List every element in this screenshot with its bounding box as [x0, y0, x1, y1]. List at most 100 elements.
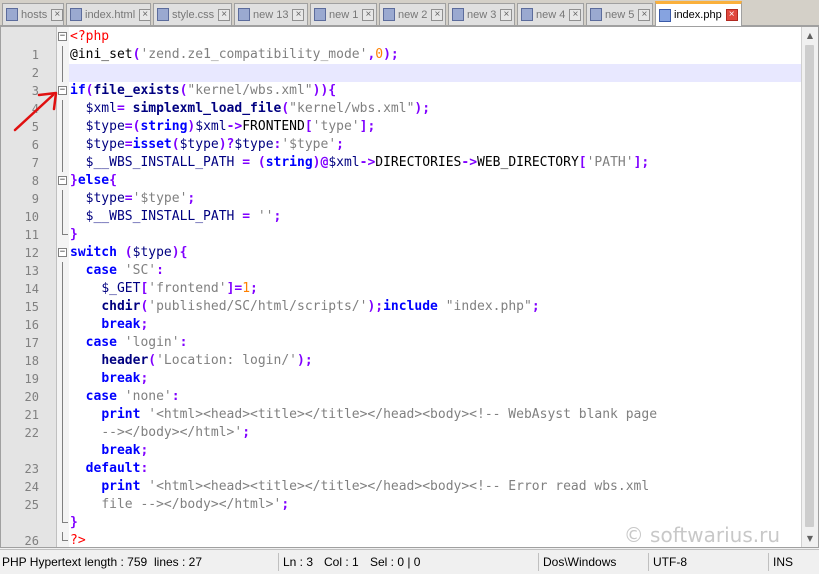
tab-hosts[interactable]: hosts × [2, 3, 64, 25]
token-keyword: case [85, 335, 117, 350]
token-keyword: isset [132, 137, 172, 152]
close-icon[interactable]: × [500, 8, 513, 21]
code-line[interactable]: 23 break; [1, 442, 801, 476]
token-number: 1 [242, 281, 251, 296]
token-variable: $type [234, 137, 274, 152]
token-function: simplexml_load_file [132, 101, 282, 116]
code-line[interactable]: 11 $__WBS_INSTALL_PATH = ''; [1, 208, 801, 242]
code-line[interactable]: 22 print '<html><head><title></title></h… [1, 406, 801, 440]
code-line[interactable]: 1 − <?php [1, 28, 801, 62]
fold-toggle-icon[interactable]: − [58, 176, 67, 185]
token-keyword: include [383, 299, 438, 314]
status-insert-mode[interactable]: INS [768, 553, 793, 571]
token-string: '$type' [132, 191, 188, 206]
scroll-down-icon[interactable]: ▼ [802, 530, 818, 547]
close-icon[interactable]: × [362, 8, 375, 21]
fold-toggle-icon[interactable]: − [58, 86, 67, 95]
token-keyword: print [101, 407, 141, 422]
code-line[interactable]: 18 case 'login': [1, 334, 801, 368]
token-keyword: break [101, 443, 141, 458]
code-line[interactable]: 20 break; [1, 370, 801, 404]
status-eol[interactable]: Dos\Windows [538, 553, 616, 571]
vertical-scrollbar[interactable]: ▲ ▼ [801, 27, 818, 547]
tab-new-3[interactable]: new 3 × [448, 3, 515, 25]
status-column: Col : 1 [324, 555, 359, 569]
tab-label: index.html [85, 8, 136, 21]
tab-label: new 5 [605, 8, 635, 21]
code-line[interactable]: 8 $__WBS_INSTALL_PATH = (string)@$xml->D… [1, 154, 801, 188]
token-variable: $__WBS_INSTALL_PATH [85, 155, 235, 170]
tab-index-php[interactable]: index.php × [655, 1, 742, 26]
token-keyword: string [265, 155, 313, 170]
code-line-wrapped[interactable]: --></body></html>'; [1, 424, 801, 442]
watermark: © softwarius.ru [623, 523, 780, 547]
tab-new-13[interactable]: new 13 × [234, 3, 308, 25]
tab-label: new 3 [467, 8, 497, 21]
close-icon[interactable]: × [51, 8, 63, 21]
code-line-current[interactable]: 3 [1, 64, 801, 98]
token-variable: $type [85, 191, 125, 206]
close-icon[interactable]: × [139, 8, 150, 21]
scroll-up-icon[interactable]: ▲ [802, 27, 818, 44]
close-icon[interactable]: × [431, 8, 444, 21]
close-icon[interactable]: × [569, 8, 582, 21]
code-line[interactable]: 14 case 'SC': [1, 262, 801, 296]
code-line[interactable]: 7 $type=isset($type)?$type:'$type'; [1, 136, 801, 170]
tab-new-4[interactable]: new 4 × [517, 3, 584, 25]
code-line[interactable]: 2 @ini_set('zend.ze1_compatibility_mode'… [1, 46, 801, 80]
code-line[interactable]: 16 chdir('published/SC/html/scripts/');i… [1, 298, 801, 332]
token-keyword: print [101, 479, 141, 494]
tab-new-1[interactable]: new 1 × [310, 3, 377, 25]
code-line[interactable]: 15 $_GET['frontend']=1; [1, 280, 801, 314]
code-line[interactable]: 10 $type='$type'; [1, 190, 801, 224]
tab-bar: hosts × index.html × style.css × new 13 … [0, 0, 819, 26]
token-string: 'SC' [124, 263, 157, 278]
file-icon [452, 8, 464, 21]
code-line[interactable]: 19 header('Location: login/'); [1, 352, 801, 386]
close-icon[interactable]: × [218, 8, 231, 21]
code-line[interactable]: 9 − }else{ [1, 172, 801, 206]
token-variable: $type [85, 137, 125, 152]
token-keyword: break [101, 371, 141, 386]
code-line[interactable]: 4 − if(file_exists("kernel/wbs.xml")){ [1, 82, 801, 116]
token-variable: $xml [328, 155, 360, 170]
tab-label: new 2 [398, 8, 428, 21]
tab-new-5[interactable]: new 5 × [586, 3, 653, 25]
tab-new-2[interactable]: new 2 × [379, 3, 446, 25]
tab-index-html[interactable]: index.html × [66, 3, 151, 25]
token-keyword: switch [70, 245, 117, 260]
status-encoding[interactable]: UTF-8 [648, 553, 687, 571]
code-line[interactable]: 13 − switch ($type){ [1, 244, 801, 278]
file-icon [314, 8, 326, 21]
token-keyword: string [140, 119, 188, 134]
status-bar: PHP Hypertext length : 759 lines : 27 Ln… [0, 549, 819, 574]
token-keyword: else [77, 173, 110, 188]
php-close-tag: ?> [70, 533, 86, 548]
close-icon[interactable]: × [292, 8, 305, 21]
file-icon [659, 8, 671, 22]
token-string: 'zend.ze1_compatibility_mode' [140, 47, 368, 62]
token-function: @ini_set [70, 47, 133, 62]
code-line[interactable]: 25 print '<html><head><title></title></h… [1, 478, 801, 512]
fold-toggle-icon[interactable]: − [58, 32, 67, 41]
token-string: 'none' [124, 389, 172, 404]
token-string: 'Location: login/' [156, 353, 297, 368]
token-string: '$type' [281, 137, 337, 152]
tab-style-css[interactable]: style.css × [153, 3, 232, 25]
tab-label: style.css [172, 8, 215, 21]
status-line: Ln : 3 [278, 553, 313, 571]
code-line-wrapped[interactable]: file --></body></html>'; [1, 496, 801, 514]
fold-toggle-icon[interactable]: − [58, 248, 67, 257]
token-keyword: default [85, 461, 141, 476]
code-line[interactable]: 12 } [1, 226, 801, 260]
code-area[interactable]: 1 − <?php 2 @ini_set('zend.ze1_compatibi… [1, 28, 801, 548]
close-icon[interactable]: × [638, 8, 651, 21]
code-editor[interactable]: 1 − <?php 2 @ini_set('zend.ze1_compatibi… [0, 26, 819, 548]
code-line[interactable]: 24 default: [1, 460, 801, 494]
code-line[interactable]: 5 $xml= simplexml_load_file("kernel/wbs.… [1, 100, 801, 134]
close-icon[interactable]: × [725, 9, 738, 21]
code-line[interactable]: 21 case 'none': [1, 388, 801, 422]
code-line[interactable]: 6 $type=(string)$xml->FRONTEND['type']; [1, 118, 801, 152]
scrollbar-thumb[interactable] [805, 45, 814, 527]
code-line[interactable]: 17 break; [1, 316, 801, 350]
